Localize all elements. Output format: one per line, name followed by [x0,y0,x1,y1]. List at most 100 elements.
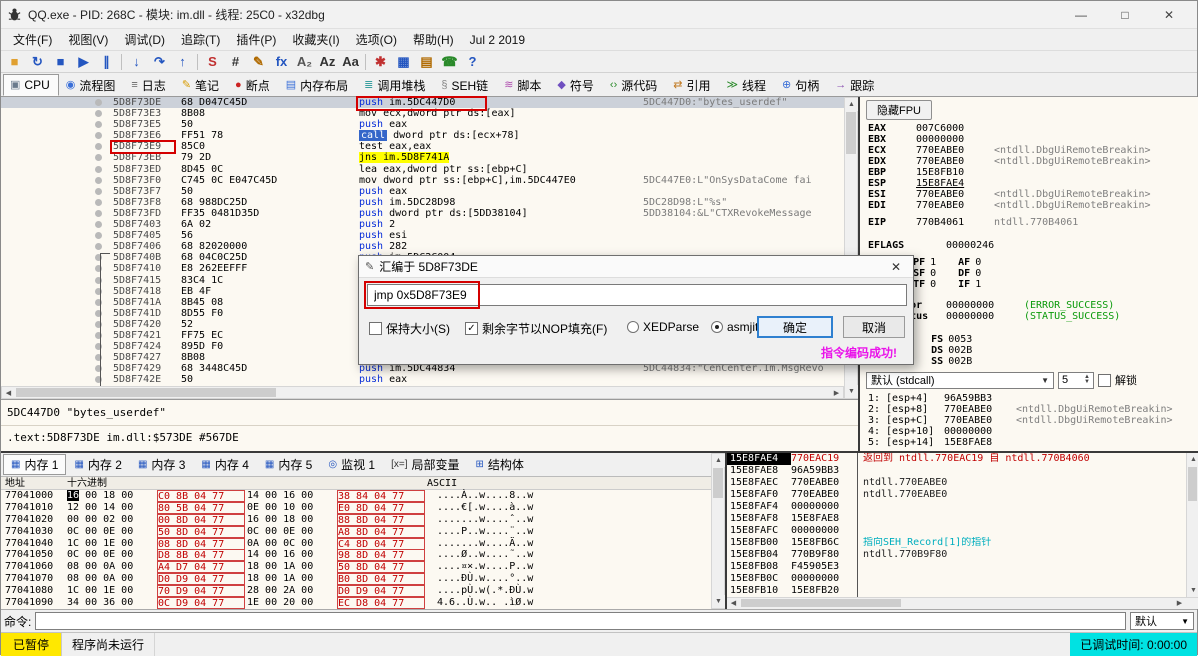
scroll-left-arrow[interactable]: ◀ [2,387,15,398]
fx-actions-button[interactable]: fx [270,51,293,72]
restart-button[interactable]: ↻ [26,51,49,72]
segment-row[interactable]: ES002BDS002B [868,345,1195,356]
scroll-down-arrow[interactable]: ▼ [1187,584,1198,597]
menu-item[interactable]: 选项(O) [348,29,405,50]
dump-tab[interactable]: [x=] 局部变量 [383,454,467,475]
dump-row[interactable]: 77041040 1C 00 1E 00 08 8D 04 77 0A 00 0C 0… [1,537,711,550]
disasm-row[interactable]: 5D8F73F7 50 push eax [1,186,844,197]
view-tab[interactable]: ⊕ 句柄 [775,74,828,96]
stack-row[interactable]: 15E8FAEC 770EABE0 ntdll.770EABE0 [727,477,1198,489]
notes-book-button[interactable]: ▤ [415,51,438,72]
breakpoints-button[interactable]: # [224,51,247,72]
view-tab[interactable]: → 跟踪 [828,74,883,96]
dump-row[interactable]: 77041050 0C 00 0E 00 D8 8B 04 77 14 00 16 0… [1,549,711,562]
register-row[interactable]: EBX 00000000 [868,134,1195,145]
disasm-row[interactable]: 5D8F742E 50 push eax [1,374,844,385]
dump-row[interactable]: 77041070 08 00 0A 00 D0 D9 04 77 18 00 1A 0… [1,573,711,586]
scylla-button[interactable]: S [201,51,224,72]
keep-size-checkbox[interactable]: 保持大小(S) [369,320,450,337]
disasm-row[interactable]: 5D8F7405 56 push esi [1,230,844,241]
flags-row[interactable]: ZF1PF1AF0 [868,257,1195,268]
breakpoint-dot[interactable] [95,99,102,106]
register-row[interactable]: EAX 007C6000 [868,123,1195,134]
spinner-arrows-icon[interactable]: ▲ ▼ [1084,374,1090,385]
breakpoint-dot[interactable] [95,187,102,195]
menu-item[interactable]: 帮助(H) [405,29,462,50]
scroll-thumb[interactable] [16,388,276,397]
breakpoint-dot[interactable] [95,243,102,251]
run-button[interactable]: ▶ [72,51,95,72]
dump-tab[interactable]: ▦ 内存 5 [257,454,320,475]
dump-row[interactable]: 77041020 00 00 02 00 00 8D 04 77 16 00 18 0… [1,513,711,526]
register-row[interactable]: LastError00000000(ERROR_SUCCESS) [868,300,1195,311]
view-tab[interactable]: ▣ CPU [3,74,59,96]
dump-tab[interactable]: ▦ 内存 2 [66,454,129,475]
stack-row[interactable]: 15E8FAF8 15E8FAE8 [727,513,1198,525]
scroll-thumb[interactable] [713,468,723,498]
disasm-row[interactable]: 5D8F7403 6A 02 push 2 [1,219,844,230]
font-button[interactable]: Aa [339,51,362,72]
breakpoint-dot[interactable] [95,121,102,129]
menu-item[interactable]: 文件(F) [5,29,60,50]
register-row[interactable]: EBP 15E8FB10 [868,167,1195,178]
breakpoint-dot[interactable] [95,143,102,151]
menu-item[interactable]: 追踪(T) [173,29,228,50]
execute-till-return-button[interactable]: ↑ [171,51,194,72]
pause-button[interactable]: ∥ [95,51,118,72]
view-tab[interactable]: ✎ 笔记 [175,74,228,96]
command-profile-dropdown[interactable]: 默认 ▼ [1130,612,1194,630]
dump-row[interactable]: 77041080 1C 00 1E 00 70 D9 04 77 28 00 2A 0… [1,585,711,598]
dump-row[interactable]: 77041090 34 00 36 00 0C D9 04 77 1E 00 20 0… [1,597,711,610]
disasm-row[interactable]: 5D8F73F0 C745 0C E047C45D mov dword ptr ss… [1,175,844,186]
argument-row[interactable]: 3: [esp+C] 770EABE0 <ntdll.DbgUiRemoteBreak… [868,415,1195,426]
disasm-row[interactable]: 5D8F73ED 8D45 0C lea eax,dword ptr ss:[ebp… [1,164,844,175]
disasm-row[interactable]: 5D8F73F8 68 988DC25D push im.5DC28D98 5DC28… [1,197,844,208]
open-file-button[interactable]: ■ [3,51,26,72]
breakpoint-dot[interactable] [95,165,102,173]
scroll-down-arrow[interactable]: ▼ [845,385,858,398]
unlock-checkbox[interactable]: 解锁 [1098,372,1137,388]
breakpoint-dot[interactable] [95,110,102,118]
assembler-button[interactable]: A₂ [293,51,316,72]
view-tab[interactable]: ≡ 日志 [124,74,174,96]
minimize-button[interactable]: — [1059,2,1103,28]
menu-item[interactable]: 收藏夹(I) [284,29,347,50]
breakpoint-dot[interactable] [95,209,102,217]
dialog-title-bar[interactable]: ✎ 汇编于 5D8F73DE ✕ [359,256,913,278]
nop-fill-checkbox[interactable]: ✓ 剩余字节以NOP填充(F) [465,320,607,337]
argument-row[interactable]: 5: [esp+14] 15E8FAE8 [868,437,1195,448]
menu-item[interactable]: 插件(P) [228,29,284,50]
scroll-thumb[interactable] [1188,467,1197,501]
view-tab[interactable]: § SEH链 [434,74,497,96]
command-input[interactable] [35,612,1126,630]
stack-vertical-scrollbar[interactable]: ▲ ▼ [1186,453,1198,597]
title-bar[interactable]: QQ.exe - PID: 268C - 模块: im.dll - 线程: 25… [1,1,1197,29]
view-tab[interactable]: ◉ 流程图 [59,74,125,96]
stack-panel[interactable]: 15E8FAE4 770EAC19 返回到 ntdll.770EAC19 自 ntd… [727,453,1198,609]
stack-row[interactable]: 15E8FAF0 770EABE0 ntdll.770EABE0 [727,489,1198,501]
view-tab[interactable]: ≣ 调用堆栈 [357,74,434,96]
view-tab[interactable]: ≫ 线程 [719,74,775,96]
view-tab[interactable]: ◆ 符号 [550,74,602,96]
dialog-close-button[interactable]: ✕ [885,260,907,274]
register-row[interactable]: ESP 15E8FAE4 [868,178,1195,189]
argument-row[interactable]: 4: [esp+10] 00000000 [868,426,1195,437]
register-row[interactable]: LastStatus00000000(STATUS_SUCCESS) [868,311,1195,322]
scroll-up-arrow[interactable]: ▲ [712,454,725,467]
dump-row[interactable]: 77041010 12 00 14 00 80 5B 04 77 0E 00 10 0… [1,501,711,514]
dump-tab[interactable]: ▦ 内存 3 [130,454,193,475]
breakpoint-dot[interactable] [95,176,102,184]
menu-item[interactable]: 视图(V) [60,29,116,50]
register-row[interactable]: ECX 770EABE0 <ntdll.DbgUiRemoteBreakin> [868,145,1195,156]
scroll-up-arrow[interactable]: ▲ [1187,453,1198,466]
stack-row[interactable]: 15E8FB10 15E8FB20 [727,585,1198,597]
dump-tab[interactable]: ▦ 内存 4 [193,454,256,475]
dump-tab[interactable]: ▦ 内存 1 [3,454,67,475]
argument-row[interactable]: 1: [esp+4] 96A59BB3 [868,393,1195,404]
hide-fpu-button[interactable]: 隐藏FPU [866,100,932,120]
disasm-row[interactable]: 5D8F73E5 50 push eax [1,119,844,130]
view-tab[interactable]: ≋ 脚本 [497,74,550,96]
stop-button[interactable]: ■ [49,51,72,72]
stack-row[interactable]: 15E8FB08 F45905E3 [727,561,1198,573]
scroll-right-arrow[interactable]: ▶ [830,387,843,398]
